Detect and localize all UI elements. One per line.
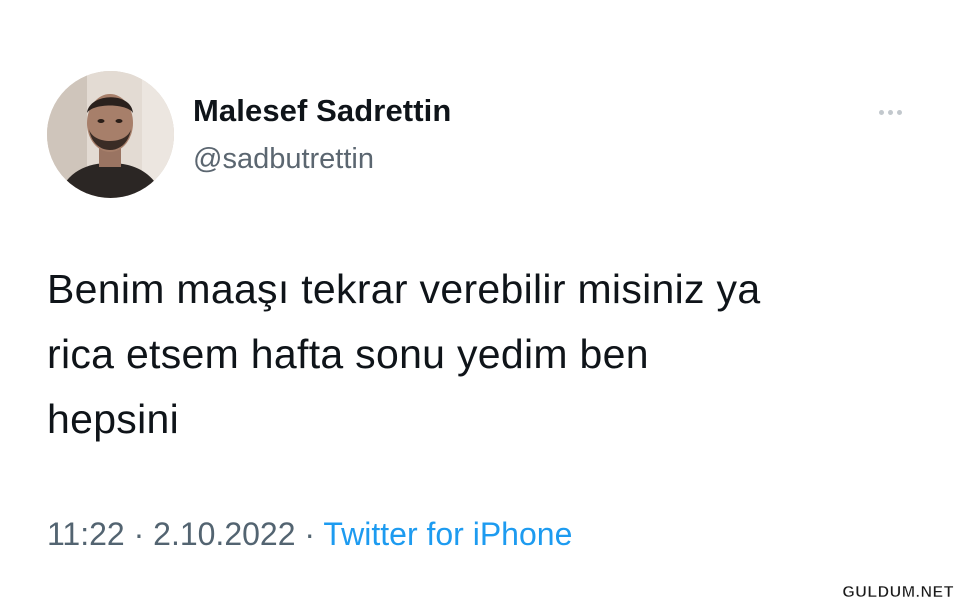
tweet-text-line: hepsini (47, 396, 180, 442)
more-options-button[interactable] (870, 100, 910, 124)
tweet-date[interactable]: 2.10.2022 (153, 516, 295, 552)
tweet-source-link[interactable]: Twitter for iPhone (323, 516, 572, 552)
more-dots-icon (878, 109, 884, 115)
tweet-metadata: 11:22 · 2.10.2022 · Twitter for iPhone (47, 516, 572, 553)
more-dots-icon (896, 109, 902, 115)
tweet-card: Malesef Sadrettin @sadbutrettin Benim ma… (0, 0, 960, 604)
more-dots-icon (887, 109, 893, 115)
display-name[interactable]: Malesef Sadrettin (193, 93, 451, 129)
tweet-text-line: rica etsem hafta sonu yedim ben (47, 331, 649, 377)
tweet-text: Benim maaşı tekrar verebilir misiniz ya … (47, 257, 927, 452)
meta-separator: · (133, 516, 145, 552)
tweet-time[interactable]: 11:22 (47, 516, 125, 552)
avatar[interactable] (47, 71, 174, 198)
meta-separator: · (304, 516, 316, 552)
watermark: GULDUM.NET (842, 584, 954, 602)
avatar-image (47, 71, 174, 198)
user-handle[interactable]: @sadbutrettin (193, 143, 374, 176)
tweet-text-line: Benim maaşı tekrar verebilir misiniz ya (47, 266, 761, 312)
